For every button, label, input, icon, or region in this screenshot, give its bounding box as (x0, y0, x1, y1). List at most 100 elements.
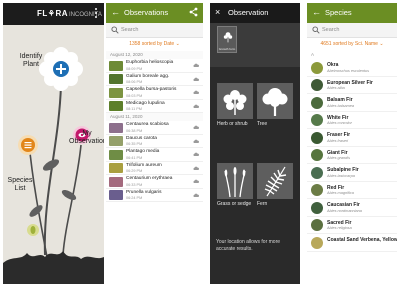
species-common-name: European Silver Fir (327, 79, 373, 86)
species-scientific-name: Abies nordmanniana (327, 208, 362, 213)
overflow-menu-icon[interactable] (95, 8, 98, 20)
back-arrow-icon[interactable]: ← (111, 7, 120, 17)
search-input[interactable]: Search (106, 23, 203, 38)
plant-icon (223, 32, 233, 43)
species-common-name: White Fir (327, 114, 349, 121)
species-row[interactable]: Subalpine Fir Abies lasiocarpa (307, 164, 397, 182)
cloud-sync-icon (193, 63, 199, 67)
observation-row[interactable]: Euphorbia helioscopia 08:09 PM (106, 59, 203, 73)
species-thumbnail (311, 131, 323, 144)
cloud-sync-icon (193, 166, 199, 170)
page-title: Species (325, 8, 352, 17)
species-thumbnail (311, 96, 323, 109)
species-thumbnail (311, 166, 323, 179)
observation-name: Centaurea scabiosa (126, 122, 169, 127)
species-thumbnail (311, 79, 323, 91)
option-tree[interactable] (257, 83, 293, 119)
species-row[interactable]: Balsam Fir Abies balsamea (307, 94, 397, 112)
species-thumbnail (311, 219, 323, 231)
species-list-button[interactable] (18, 135, 38, 155)
observation-row[interactable]: Trifolium aureum 06:29 PM (106, 162, 203, 175)
growth-form-tile[interactable]: Growth form (217, 26, 237, 53)
species-row[interactable]: White Fir Abies concolor (307, 112, 397, 129)
species-common-name: Balsam Fir (327, 97, 353, 103)
observation-name: Medicago lupulina (126, 100, 165, 106)
share-icon[interactable] (189, 7, 198, 17)
species-row[interactable]: Red Fir Abies magnifica (307, 182, 397, 199)
species-list-label: Species List (7, 177, 33, 192)
species-row[interactable]: Okra Abelmoschus esculentus (307, 59, 397, 77)
observation-row[interactable]: Medicago lupulina 08:11 PM (106, 100, 203, 113)
species-row[interactable]: Giant Fir Abies grandis (307, 147, 397, 164)
date-section-header: August 12, 2020 (106, 51, 203, 59)
cloud-sync-icon (193, 77, 199, 81)
observation-thumbnail (109, 190, 123, 200)
species-row[interactable]: Caucasian Fir Abies nordmanniana (307, 199, 397, 217)
observation-screen: × Observation Growth form Herb or shrub (210, 3, 300, 284)
sort-selector[interactable]: 4651 sorted by Sci. Name ⌄ (307, 38, 397, 51)
observation-thumbnail (109, 176, 123, 187)
back-arrow-icon[interactable]: ← (312, 7, 321, 17)
identify-plant-button[interactable] (39, 47, 83, 91)
sort-selector[interactable]: 1358 sorted by Date ⌄ (106, 38, 203, 51)
option-tree-label: Tree (257, 121, 268, 127)
species-common-name: Sacred Fir (327, 219, 352, 226)
observation-time: 06:35 PM (126, 142, 143, 146)
date-section-header: August 11, 2020 (106, 113, 203, 121)
option-fern[interactable] (257, 163, 293, 199)
species-thumbnail (311, 114, 323, 126)
observation-thumbnail (109, 149, 123, 160)
species-scientific-name: Abies balsamea (327, 103, 355, 108)
option-herb-shrub-label: Herb or shrub (217, 121, 248, 127)
observations-screen: ← Observations Search 1358 sorted by Dat… (106, 3, 203, 284)
option-herb-shrub[interactable] (217, 83, 253, 119)
species-scientific-name: Abies grandis (327, 156, 351, 160)
observation-thumbnail (109, 122, 123, 133)
observation-time: 08:06 PM (126, 80, 143, 84)
cloud-sync-icon (193, 152, 199, 156)
species-scientific-name: Abies religiosa (327, 226, 352, 230)
observation-row[interactable]: Galium boreale agg. 08:06 PM (106, 73, 203, 86)
list-icon (24, 142, 32, 144)
observation-time: 08:09 PM (126, 66, 143, 71)
observation-row[interactable]: Centaurea scabiosa 06:38 PM (106, 121, 203, 135)
species-thumbnail (311, 236, 323, 249)
option-fern-label: Fern (257, 201, 268, 207)
species-row[interactable]: Sacred Fir Abies religiosa (307, 217, 397, 234)
fern-icon (264, 166, 287, 197)
observation-row[interactable]: Daucus carota 06:35 PM (106, 135, 203, 148)
cloud-sync-icon (193, 139, 199, 143)
species-row[interactable]: Fraser Fir Abies fraseri (307, 129, 397, 147)
observation-thumbnail (109, 163, 123, 173)
info-leaf-button[interactable] (27, 224, 39, 236)
observation-name: Euphorbia helioscopia (126, 60, 174, 65)
species-row[interactable]: Coastal Sand Verbena, Yellow Sand V... (307, 234, 397, 252)
observation-name: Galium boreale agg. (126, 73, 170, 79)
observation-thumbnail (109, 136, 123, 146)
option-grass-sedge[interactable] (217, 163, 253, 199)
cloud-sync-icon (193, 193, 199, 197)
observation-app-bar: × Observation (210, 3, 300, 23)
ground-grass (3, 251, 104, 284)
observation-row[interactable]: Capsella bursa-pastoris 08:03 PM (106, 86, 203, 100)
close-icon[interactable]: × (215, 7, 220, 17)
observation-thumbnail (109, 60, 123, 71)
search-input[interactable]: Search (307, 23, 397, 38)
identify-plant-label: Identify Plant (19, 53, 43, 68)
tree-icon (262, 88, 288, 116)
species-scientific-name: Abies lasiocarpa (327, 173, 355, 178)
observation-name: Plantago media (126, 149, 160, 154)
my-observations-label: My Observations (69, 130, 104, 145)
observation-row[interactable]: Prunella vulgaris 06:24 PM (106, 189, 203, 202)
search-icon (312, 26, 320, 34)
species-row[interactable]: European Silver Fir Abies alba (307, 77, 397, 94)
species-thumbnail (311, 184, 323, 196)
option-grass-sedge-label: Grass or sedge (217, 201, 252, 207)
observation-row[interactable]: Plantago media 06:41 PM (106, 148, 203, 162)
observation-row[interactable]: Centaurium erythraea 06:33 PM (106, 175, 203, 189)
search-icon (111, 26, 119, 34)
observation-time: 06:38 PM (126, 128, 143, 133)
observation-time: 06:41 PM (126, 155, 143, 160)
species-scientific-name: Abies magnifica (327, 191, 354, 195)
observation-time: 06:33 PM (126, 182, 143, 187)
